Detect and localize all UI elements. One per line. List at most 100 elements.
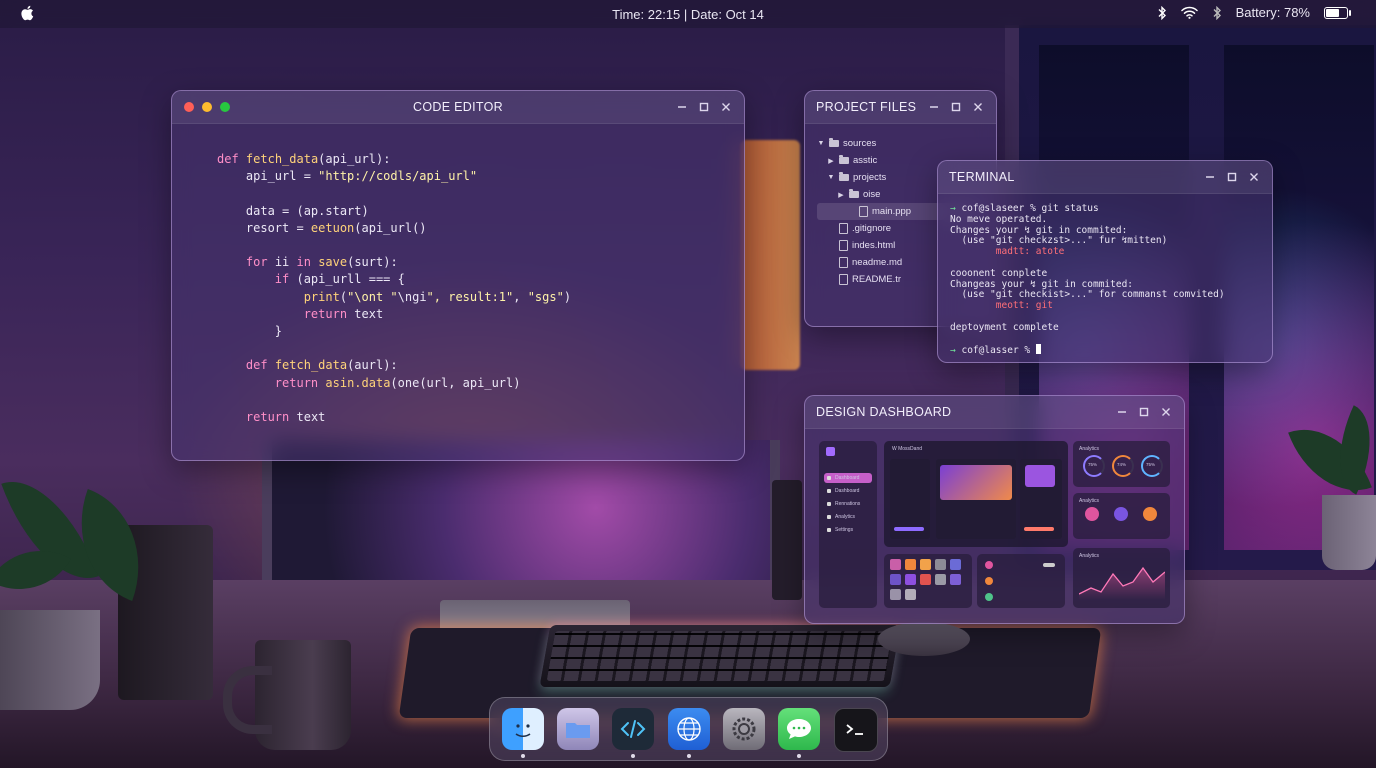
dashboard-preview: W MossDand bbox=[884, 441, 1068, 547]
code-line: } bbox=[217, 324, 283, 339]
tree-item-label: sources bbox=[843, 138, 877, 149]
nav-icon bbox=[827, 476, 831, 480]
activity-list bbox=[977, 554, 1065, 608]
color-swatch[interactable] bbox=[950, 574, 961, 585]
color-swatch[interactable] bbox=[905, 559, 916, 570]
bluetooth-icon[interactable] bbox=[1157, 5, 1167, 20]
color-swatch[interactable] bbox=[935, 559, 946, 570]
file-icon bbox=[839, 257, 848, 268]
terminal-titlebar[interactable]: TERMINAL bbox=[938, 161, 1272, 194]
close-button[interactable] bbox=[718, 99, 734, 115]
wifi-icon[interactable] bbox=[1180, 6, 1198, 19]
terminal-line: No meve operated. bbox=[950, 213, 1048, 225]
code-icon[interactable] bbox=[612, 708, 654, 750]
window-controls bbox=[926, 99, 986, 115]
gauge-value: 75% bbox=[1088, 462, 1098, 467]
code-editor-titlebar[interactable]: CODE EDITOR bbox=[172, 91, 744, 124]
maximize-button[interactable] bbox=[1224, 169, 1240, 185]
chevron-down-icon[interactable]: ▼ bbox=[827, 174, 835, 181]
design-dashboard-window[interactable]: DESIGN DASHBOARD Dashboard Dashboard Renna… bbox=[804, 395, 1185, 624]
terminal-icon[interactable] bbox=[834, 708, 878, 752]
plant-pot-left bbox=[0, 610, 100, 710]
color-swatch[interactable] bbox=[905, 574, 916, 585]
tree-folder[interactable]: ▼ sources bbox=[817, 135, 977, 152]
tree-item-label: projects bbox=[853, 172, 887, 183]
dashboard-sidebar: Dashboard Dashboard Rennations Analytics Set… bbox=[819, 441, 877, 608]
folder-icon[interactable] bbox=[557, 708, 599, 750]
card-title: Analytics bbox=[1079, 446, 1100, 452]
maximize-button[interactable] bbox=[696, 99, 712, 115]
nav-label: Dashboard bbox=[835, 475, 860, 481]
code-line: resort = eetuon(api_url() bbox=[217, 220, 427, 235]
close-button[interactable] bbox=[970, 99, 986, 115]
project-files-titlebar[interactable]: PROJECT FILES bbox=[805, 91, 996, 124]
terminal-prompt[interactable]: → cof@lasser % bbox=[950, 344, 1225, 357]
battery-label[interactable]: Battery: 78% bbox=[1236, 5, 1310, 20]
code-line: return text bbox=[245, 410, 326, 425]
code-line: print("\ont "\ngi", result:1", "sgs") bbox=[303, 289, 572, 304]
plant-leaf bbox=[57, 489, 163, 601]
tree-item-label: .gitignore bbox=[852, 223, 892, 234]
card-title: Analytics bbox=[1079, 498, 1100, 504]
dashboard-nav-item[interactable]: Settings bbox=[824, 525, 872, 535]
dashboard-nav-item[interactable]: Analytics bbox=[824, 512, 872, 522]
tree-item-label: asstic bbox=[853, 155, 878, 166]
plant-leaf bbox=[1, 463, 99, 597]
color-swatch[interactable] bbox=[890, 589, 901, 600]
color-swatch[interactable] bbox=[905, 589, 916, 600]
code-line: api_url = "http://codls/api_url" bbox=[217, 169, 478, 184]
keyboard bbox=[539, 625, 901, 687]
dashboard-nav-item[interactable]: Rennations bbox=[824, 499, 872, 509]
battery-icon[interactable] bbox=[1324, 6, 1351, 19]
color-swatch[interactable] bbox=[935, 574, 946, 585]
status-area: Battery: 78% bbox=[1157, 5, 1351, 20]
speaker-left bbox=[118, 525, 213, 700]
chevron-right-icon[interactable]: ▶ bbox=[827, 157, 835, 165]
app-logo-icon bbox=[826, 447, 835, 456]
dashboard-nav-item[interactable]: Dashboard bbox=[824, 486, 872, 496]
folder-icon bbox=[839, 172, 849, 181]
color-swatch[interactable] bbox=[950, 559, 961, 570]
maximize-button[interactable] bbox=[1136, 404, 1152, 420]
folder-icon bbox=[839, 155, 849, 164]
terminal-output[interactable]: → cof@slaseer % git status No meve operat… bbox=[950, 203, 1225, 357]
code-text-area[interactable]: def fetch_data(api_url): api_url = "http… bbox=[217, 151, 571, 426]
code-editor-window[interactable]: CODE EDITOR def fetch_data(api_url): api… bbox=[171, 90, 745, 461]
dashboard-nav-item[interactable]: Dashboard bbox=[824, 473, 872, 483]
file-icon bbox=[839, 223, 848, 234]
finder-icon[interactable] bbox=[502, 708, 544, 750]
window-controls bbox=[674, 99, 734, 115]
dashboard-titlebar[interactable]: DESIGN DASHBOARD bbox=[805, 396, 1184, 429]
color-swatch[interactable] bbox=[890, 574, 901, 585]
globe-icon[interactable] bbox=[668, 708, 710, 750]
maximize-button[interactable] bbox=[948, 99, 964, 115]
terminal-line: deptoyment complete bbox=[950, 321, 1059, 333]
dock bbox=[489, 697, 888, 761]
terminal-window[interactable]: TERMINAL → cof@slaseer % git status No me… bbox=[937, 160, 1273, 363]
chevron-down-icon[interactable]: ▼ bbox=[817, 140, 825, 147]
close-button[interactable] bbox=[1246, 169, 1262, 185]
color-swatch[interactable] bbox=[920, 574, 931, 585]
nav-label: Analytics bbox=[835, 514, 856, 520]
color-swatch[interactable] bbox=[920, 559, 931, 570]
running-indicator bbox=[687, 754, 691, 758]
running-indicator bbox=[797, 754, 801, 758]
analytics-card-gauges: Analytics 75% 74% 75% bbox=[1073, 441, 1170, 487]
color-swatches bbox=[884, 554, 972, 608]
menu-bar: Time: 22:15 | Date: Oct 14 Battery: 78% bbox=[0, 0, 1376, 28]
minimize-button[interactable] bbox=[926, 99, 942, 115]
close-button[interactable] bbox=[1158, 404, 1174, 420]
minimize-button[interactable] bbox=[674, 99, 690, 115]
window-controls bbox=[1202, 169, 1262, 185]
minimize-button[interactable] bbox=[1202, 169, 1218, 185]
nav-label: Rennations bbox=[835, 501, 861, 507]
settings-icon[interactable] bbox=[723, 708, 765, 750]
messages-icon[interactable] bbox=[778, 708, 820, 750]
color-swatch[interactable] bbox=[890, 559, 901, 570]
minimize-button[interactable] bbox=[1114, 404, 1130, 420]
code-line: def fetch_data(api_url): bbox=[217, 152, 391, 166]
bluetooth-icon[interactable] bbox=[1212, 5, 1222, 20]
chevron-right-icon[interactable]: ▶ bbox=[837, 191, 845, 199]
